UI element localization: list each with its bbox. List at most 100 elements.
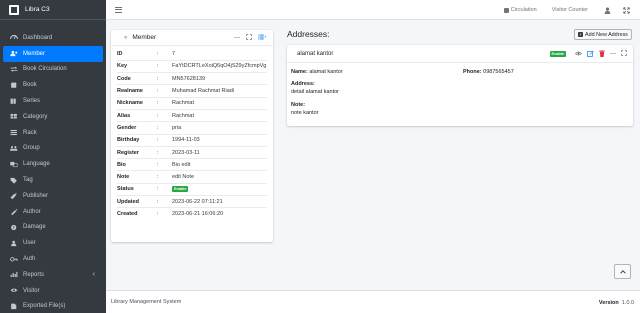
sidebar-item-label: Series xyxy=(23,98,41,105)
field-separator: : xyxy=(157,96,172,110)
table-row: Code: MN57628139 xyxy=(117,72,267,85)
footer-version-value: 1.0.0 xyxy=(621,299,634,306)
table-row: Updated:2023-06-22 07:11:21 xyxy=(117,195,267,208)
list-options-icon[interactable] xyxy=(258,34,267,42)
field-value: edit Note xyxy=(172,170,267,184)
sidebar-item-label: Damage xyxy=(23,224,46,231)
sidebar-item-label: Group xyxy=(23,145,40,152)
field-key: ID xyxy=(117,50,123,57)
sidebar-item-rack[interactable]: Rack xyxy=(0,125,106,141)
edit-icon[interactable] xyxy=(587,50,594,59)
sidebar-item-category[interactable]: Category xyxy=(0,109,106,125)
sidebar-item-book-circulation[interactable]: Book Circulation xyxy=(0,62,106,78)
field-separator: : xyxy=(157,72,172,85)
brand[interactable]: Libra C3 xyxy=(0,0,106,20)
sidebar-item-user[interactable]: User xyxy=(0,235,106,251)
sidebar-item-book[interactable]: Book xyxy=(0,77,106,93)
delete-icon[interactable] xyxy=(599,49,605,59)
sidebar-item-tag[interactable]: Tag xyxy=(0,172,106,188)
sidebar-item-series[interactable]: Series xyxy=(0,93,106,109)
sidebar-item-damage[interactable]: Damage xyxy=(0,220,106,236)
maximize-icon[interactable] xyxy=(246,34,252,42)
table-row: Alias: Rachmat xyxy=(117,108,267,122)
sidebar-item-label: Exported File(s) xyxy=(23,303,66,310)
visitor-counter-link[interactable]: Visitor Counter xyxy=(552,7,588,13)
member-card-title: Member xyxy=(132,34,157,41)
visitor-counter-label: Visitor Counter xyxy=(551,7,588,13)
footer-version-label: Version xyxy=(598,299,619,306)
minimize-icon[interactable]: — xyxy=(234,35,240,41)
field-separator: : xyxy=(157,145,172,159)
address-detail-label: Address: xyxy=(291,81,315,87)
sidebar-item-auth[interactable]: Auth xyxy=(0,251,106,267)
user-menu-icon[interactable] xyxy=(603,6,611,14)
address-minimize-icon[interactable]: — xyxy=(610,51,616,57)
table-row: Status: Enable xyxy=(117,182,267,196)
sidebar-item-reports[interactable]: Reports ‹ xyxy=(0,267,106,283)
sidebar-item-member[interactable]: Member xyxy=(3,45,103,62)
add-new-address-button[interactable]: + Add New Address xyxy=(574,29,632,40)
category-icon xyxy=(9,113,18,120)
sidebar-item-publisher[interactable]: Publisher xyxy=(0,188,106,204)
sidebar-item-label: Tag xyxy=(23,177,33,184)
dashboard-icon xyxy=(9,34,18,41)
author-icon xyxy=(9,208,18,216)
field-value: 2023-06-22 07:11:21 xyxy=(172,195,267,208)
field-key: Alias xyxy=(117,108,157,122)
table-row: Gender: pria xyxy=(117,121,267,135)
table-row: ID: 7 xyxy=(117,48,267,60)
field-separator: : xyxy=(157,170,172,184)
menu-toggle-icon[interactable] xyxy=(115,6,122,13)
sidebar-item-label: Visitor xyxy=(23,287,40,294)
sidebar-item-label: Category xyxy=(23,113,48,120)
address-maximize-icon[interactable] xyxy=(621,50,627,58)
sidebar-item-group[interactable]: Group xyxy=(0,141,106,157)
user-icon xyxy=(9,240,18,247)
member-card-header: « Member — xyxy=(111,30,273,46)
field-separator: : xyxy=(157,158,172,171)
language-icon xyxy=(9,161,18,168)
series-icon xyxy=(9,98,18,105)
field-key: Note xyxy=(117,170,157,184)
field-separator: : xyxy=(157,121,172,135)
address-status-badge: Enable xyxy=(549,51,566,57)
sidebar-item-author[interactable]: Author xyxy=(0,204,106,220)
table-row: Bio: Bio edit xyxy=(117,158,267,171)
chevron-up-icon xyxy=(619,269,626,274)
sidebar-item-dashboard[interactable]: Dashboard xyxy=(0,30,106,46)
field-key: Gender xyxy=(117,121,157,135)
rack-icon xyxy=(9,129,18,136)
view-icon[interactable] xyxy=(575,51,582,58)
book-icon xyxy=(9,82,18,89)
group-icon xyxy=(9,145,18,152)
field-separator: : xyxy=(157,59,172,73)
sidebar-item-label: Publisher xyxy=(23,192,49,199)
member-details-table: ID:7 Key: FaYtDCRTLeXoiQ6qO4jS29yZfcmpVg Co… xyxy=(117,48,267,221)
field-value: Muhamad Rachmat Riadi xyxy=(172,84,267,98)
circulation-link[interactable]: Circulation xyxy=(503,7,537,13)
scroll-to-top-button[interactable] xyxy=(614,264,631,279)
sidebar-item-label: Rack xyxy=(23,129,37,136)
field-key: Realname xyxy=(117,84,157,98)
back-icon[interactable]: « xyxy=(124,35,127,41)
address-card: alamat kantor Enable — Name: alamat kant… xyxy=(287,45,633,126)
table-row: Nickname: Rachmat xyxy=(117,96,267,110)
field-key: Register xyxy=(117,145,157,159)
field-value: 1994-11-03 xyxy=(172,133,267,147)
field-value: pria xyxy=(172,121,267,135)
sidebar-item-visitor[interactable]: Visitor xyxy=(0,283,106,299)
sidebar-item-label: User xyxy=(23,240,36,247)
field-value: Bio edit xyxy=(172,158,267,171)
address-note-value: note kantor xyxy=(291,110,319,116)
sidebar-item-label: Reports xyxy=(23,271,45,278)
sidebar-item-label: Author xyxy=(23,208,41,215)
field-value: 2023-06-21 16:06:20 xyxy=(172,207,267,221)
fullscreen-icon[interactable] xyxy=(622,6,630,14)
address-card-header: alamat kantor Enable — xyxy=(287,45,633,63)
damage-icon xyxy=(9,224,18,231)
field-key: Bio xyxy=(117,158,157,171)
sidebar-item-label: Member xyxy=(23,50,46,57)
field-key: Updated xyxy=(117,195,157,208)
sidebar-item-exported-file-s[interactable]: Exported File(s) xyxy=(0,299,106,313)
sidebar-item-language[interactable]: Language xyxy=(0,156,106,172)
